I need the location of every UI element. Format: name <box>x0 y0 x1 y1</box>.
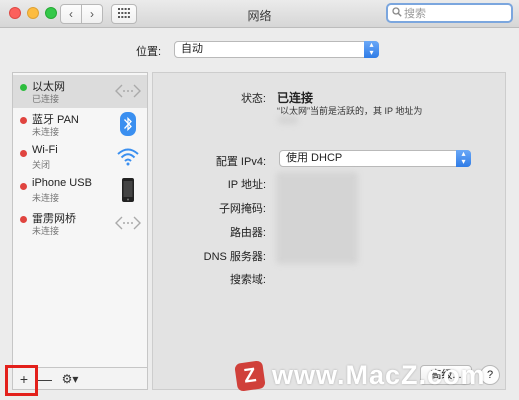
status-dot-icon <box>20 183 27 190</box>
service-item-wifi[interactable]: Wi-Fi 关闭 <box>13 141 147 174</box>
gear-menu-button[interactable]: ⚙▾ <box>55 369 85 389</box>
remove-service-button[interactable]: — <box>37 369 53 389</box>
title-bar: ‹ › 网络 搜索 <box>0 0 519 28</box>
configure-ipv4-value: 使用 DHCP <box>286 152 343 164</box>
highlight-box <box>5 365 38 396</box>
search-icon <box>392 6 402 20</box>
configure-ipv4-select[interactable]: 使用 DHCP ▴ ▾ <box>279 150 471 167</box>
ethernet-icon <box>115 79 141 103</box>
stepper-arrows-icon: ▴ ▾ <box>456 150 471 167</box>
service-item-bluetooth-pan[interactable]: 蓝牙 PAN 未连接 <box>13 108 147 141</box>
thunderbolt-bridge-icon <box>115 211 141 235</box>
search-domain-label: 搜索域: <box>229 274 266 286</box>
status-dot-icon <box>20 150 27 157</box>
service-item-ethernet[interactable]: 以太网 已连接 <box>13 75 147 108</box>
search-input[interactable]: 搜索 <box>386 3 513 23</box>
iphone-icon <box>115 178 141 202</box>
service-status: 未连接 <box>32 193 60 203</box>
location-select[interactable]: 自动 ▴ ▾ <box>174 41 379 58</box>
stepper-arrows-icon: ▴ ▾ <box>364 41 379 58</box>
status-dot-icon <box>20 84 27 91</box>
subnet-mask-label: 子网掩码: <box>218 203 266 215</box>
service-status: 关闭 <box>32 160 51 170</box>
watermark: Z www.MacZ.com <box>234 359 486 392</box>
location-value: 自动 <box>181 43 203 55</box>
wifi-icon <box>115 145 141 169</box>
service-name: Wi-Fi <box>32 144 58 156</box>
status-label: 状态: <box>240 93 266 105</box>
dns-server-label: DNS 服务器: <box>203 251 266 263</box>
status-description: “以太网”当前是活跃的，其 IP 地址为 <box>277 106 423 116</box>
configure-ipv4-label: 配置 IPv4: <box>215 156 266 168</box>
location-label: 位置: <box>136 46 162 58</box>
bluetooth-icon <box>115 112 141 136</box>
status-dot-icon <box>20 117 27 124</box>
service-item-iphone-usb[interactable]: iPhone USB 未连接 <box>13 174 147 207</box>
redacted-ip <box>278 116 298 124</box>
service-status: 未连接 <box>32 226 60 236</box>
router-label: 路由器: <box>229 227 266 239</box>
redacted-network-values <box>276 172 358 264</box>
search-placeholder: 搜索 <box>404 8 426 20</box>
service-item-thunderbolt-bridge[interactable]: 雷雳网桥 未连接 <box>13 207 147 240</box>
watermark-text: www.MacZ.com <box>272 360 486 390</box>
macz-logo: Z <box>234 359 266 392</box>
status-dot-icon <box>20 216 27 223</box>
service-status: 已连接 <box>32 94 60 104</box>
ip-address-label: IP 地址: <box>227 179 266 191</box>
service-list: 以太网 已连接 蓝牙 PAN 未连接 Wi-Fi 关闭 iPhone USB 未… <box>12 72 148 368</box>
service-status: 未连接 <box>32 127 60 137</box>
service-name: iPhone USB <box>32 177 92 189</box>
